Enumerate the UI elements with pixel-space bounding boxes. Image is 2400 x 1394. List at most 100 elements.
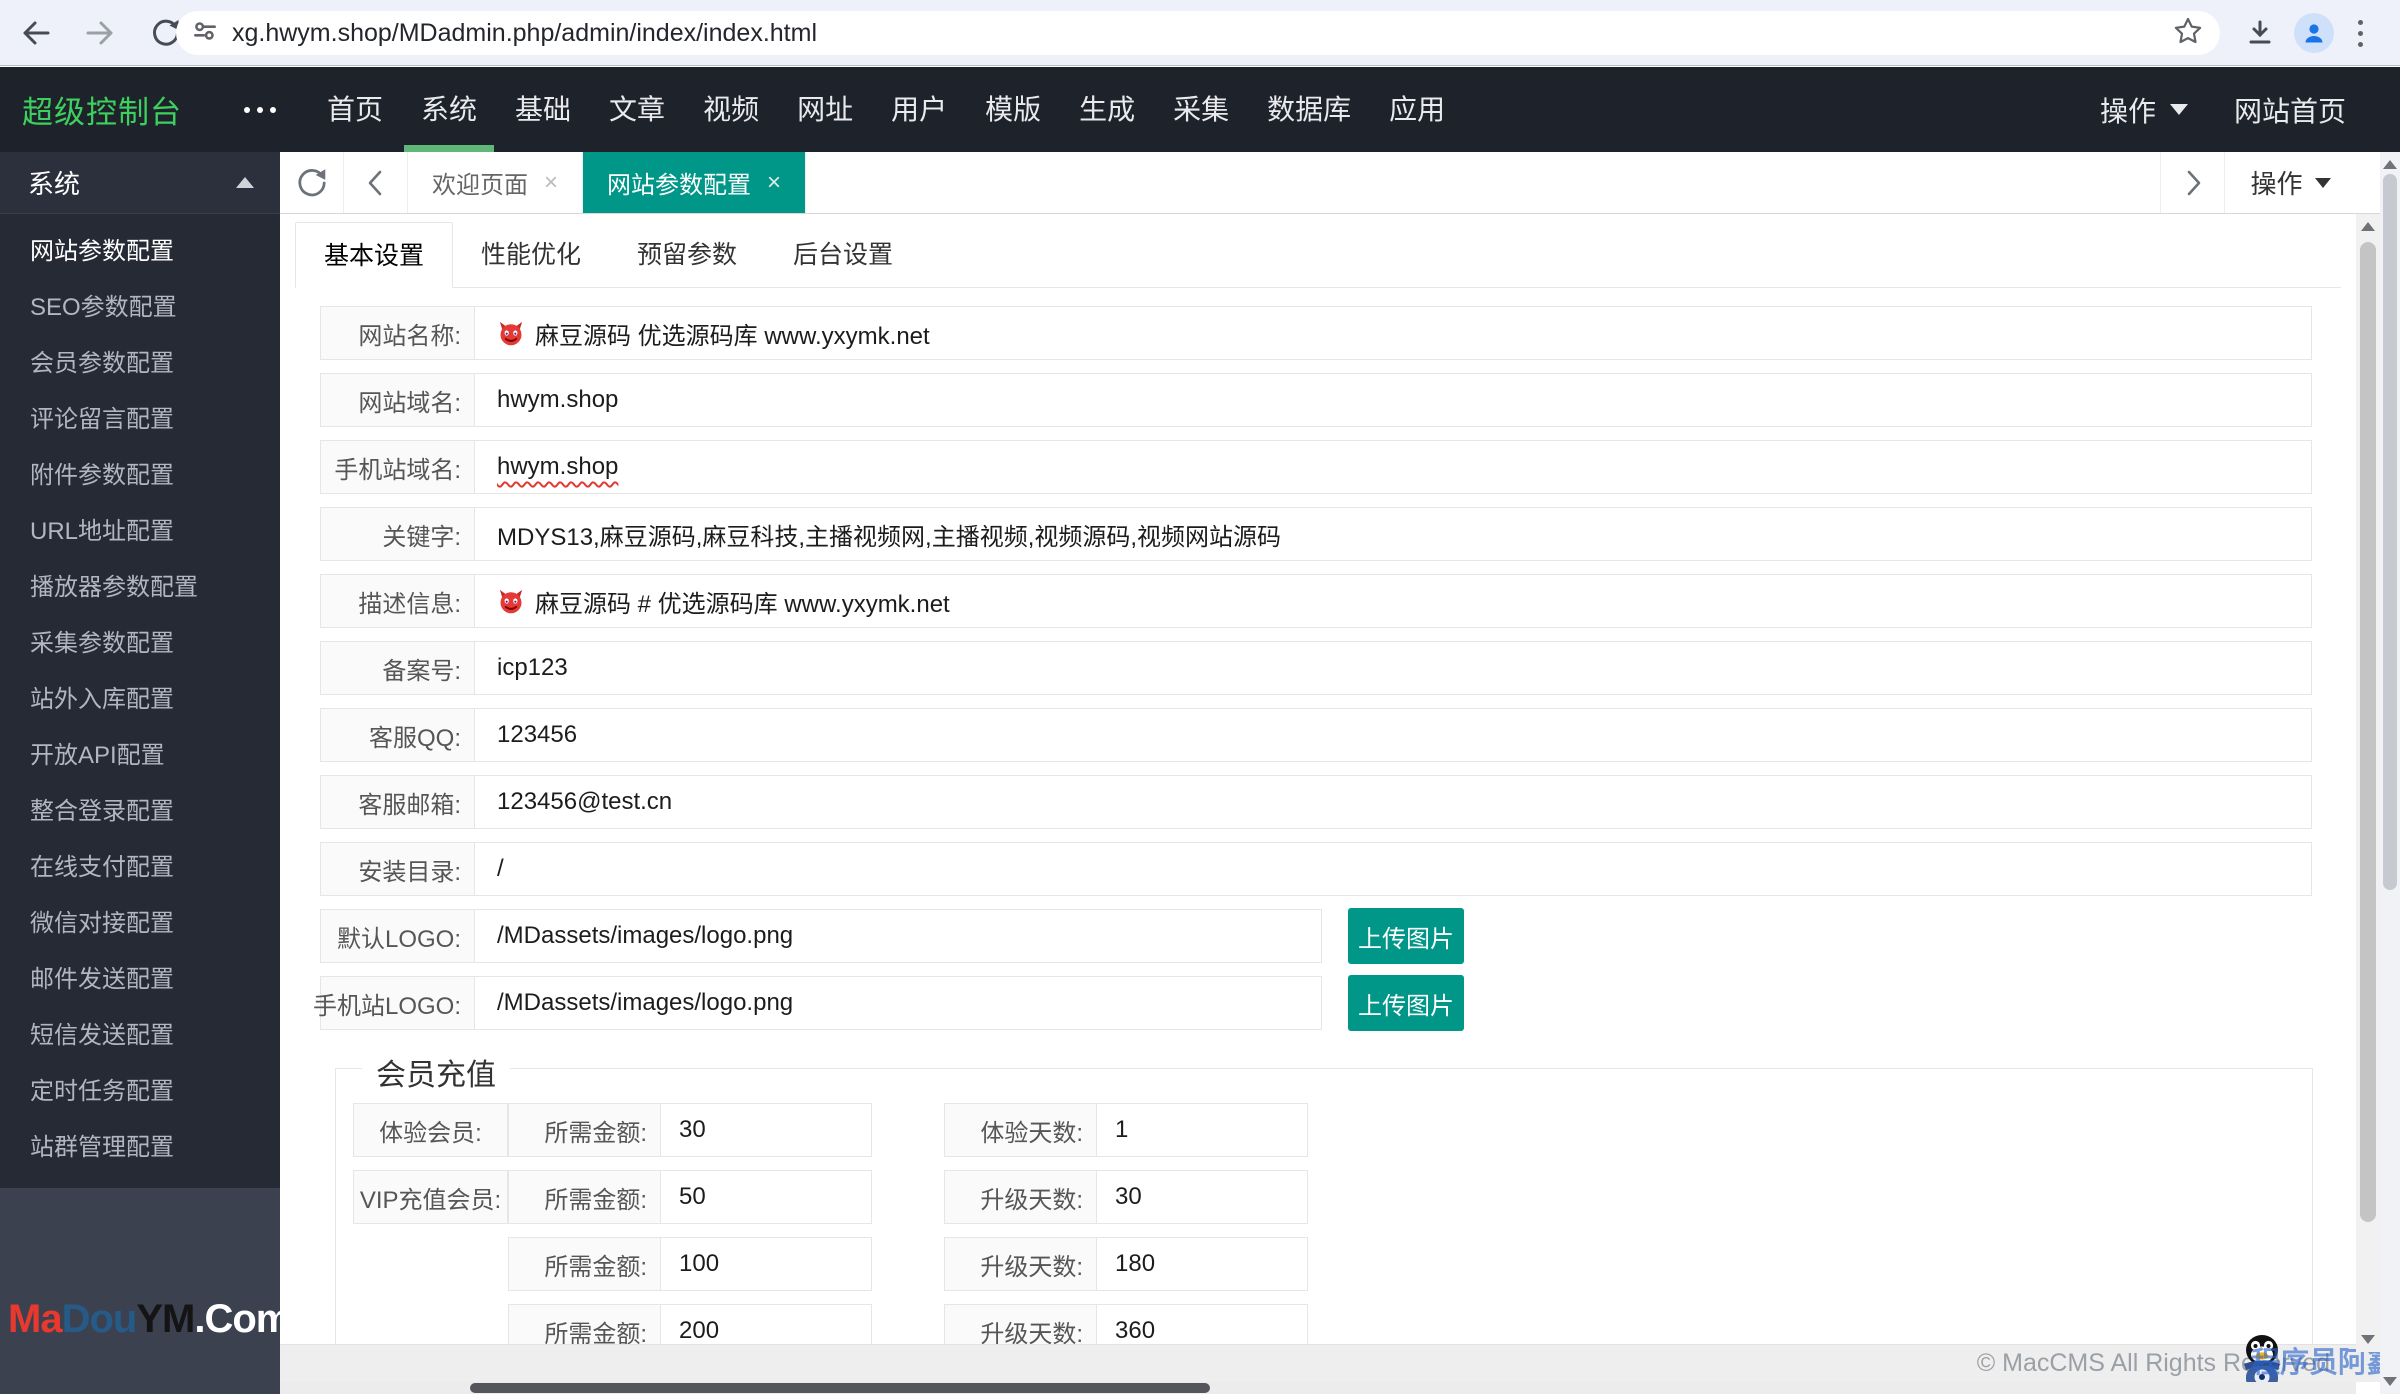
sidebar-item-comment-config[interactable]: 评论留言配置 bbox=[0, 392, 280, 448]
mobile-logo-input[interactable]: /MDassets/images/logo.png bbox=[475, 977, 1321, 1029]
footer: © MacCMS All Rights Reserved 程序员阿鑫 bbox=[280, 1335, 2400, 1390]
nav-item-database[interactable]: 数据库 bbox=[1265, 67, 1353, 152]
horizontal-scrollbar[interactable] bbox=[280, 1382, 2356, 1394]
sidebar-item-site-params[interactable]: 网站参数配置 bbox=[0, 224, 280, 280]
browser-back-icon[interactable] bbox=[14, 11, 58, 55]
close-icon[interactable]: × bbox=[767, 169, 781, 197]
default-logo-input[interactable]: /MDassets/images/logo.png bbox=[475, 910, 1321, 962]
inner-scrollbar-thumb[interactable] bbox=[2360, 242, 2376, 1222]
sidebar-item-external-storage[interactable]: 站外入库配置 bbox=[0, 672, 280, 728]
horizontal-scrollbar-thumb[interactable] bbox=[470, 1383, 1210, 1393]
description-input[interactable]: 麻豆源码 # 优选源码库 www.yxymk.net bbox=[475, 575, 2311, 627]
inner-vertical-scrollbar[interactable] bbox=[2356, 214, 2380, 1352]
icp-input[interactable]: icp123 bbox=[475, 642, 2311, 694]
tabs-next-icon[interactable] bbox=[2160, 152, 2224, 213]
site-name-input[interactable]: 麻豆源码 优选源码库 www.yxymk.net bbox=[475, 307, 2311, 359]
bookmark-star-icon[interactable] bbox=[2172, 15, 2204, 52]
amount-group: 所需金额: 30 bbox=[508, 1103, 872, 1157]
member-type-label: 体验会员: bbox=[353, 1103, 508, 1157]
scroll-up-icon[interactable] bbox=[2383, 160, 2397, 169]
amount-label: 所需金额: bbox=[509, 1171, 661, 1223]
tab-backend-settings[interactable]: 后台设置 bbox=[765, 222, 921, 287]
days-group: 升级天数: 180 bbox=[944, 1237, 1308, 1291]
nav-item-article[interactable]: 文章 bbox=[607, 67, 667, 152]
amount-input[interactable]: 200 bbox=[661, 1305, 871, 1345]
mobile-logo-value: /MDassets/images/logo.png bbox=[497, 989, 794, 1016]
nav-item-template[interactable]: 模版 bbox=[983, 67, 1043, 152]
scroll-up-icon[interactable] bbox=[2361, 222, 2375, 231]
days-label: 升级天数: bbox=[945, 1171, 1097, 1223]
tabs-refresh-icon[interactable] bbox=[280, 152, 344, 213]
days-input[interactable]: 360 bbox=[1097, 1305, 1307, 1345]
upload-image-button[interactable]: 上传图片 bbox=[1348, 908, 1464, 964]
site-settings-icon[interactable] bbox=[190, 16, 220, 51]
scroll-down-icon[interactable] bbox=[2383, 1377, 2397, 1386]
amount-input[interactable]: 50 bbox=[661, 1171, 871, 1223]
nav-item-generate[interactable]: 生成 bbox=[1077, 67, 1137, 152]
keywords-input[interactable]: MDYS13,麻豆源码,麻豆科技,主播视频网,主播视频,视频源码,视频网站源码 bbox=[475, 508, 2311, 560]
nav-item-system[interactable]: 系统 bbox=[419, 67, 479, 152]
nav-item-video[interactable]: 视频 bbox=[701, 67, 761, 152]
service-email-input[interactable]: 123456@test.cn bbox=[475, 776, 2311, 828]
nav-item-app[interactable]: 应用 bbox=[1387, 67, 1447, 152]
nav-item-basic[interactable]: 基础 bbox=[513, 67, 573, 152]
days-input[interactable]: 180 bbox=[1097, 1238, 1307, 1290]
url-text[interactable]: xg.hwym.shop/MDadmin.php/admin/index/ind… bbox=[232, 19, 2172, 48]
page-tab-welcome[interactable]: 欢迎页面 × bbox=[408, 152, 584, 213]
sidebar-item-integrated-login[interactable]: 整合登录配置 bbox=[0, 784, 280, 840]
nav-item-home[interactable]: 首页 bbox=[325, 67, 385, 152]
days-group: 升级天数: 30 bbox=[944, 1170, 1308, 1224]
upload-image-button[interactable]: 上传图片 bbox=[1348, 975, 1464, 1031]
amount-input[interactable]: 30 bbox=[661, 1104, 871, 1156]
nav-item-collect[interactable]: 采集 bbox=[1171, 67, 1231, 152]
outer-scrollbar-thumb[interactable] bbox=[2383, 174, 2397, 890]
close-icon[interactable]: × bbox=[544, 169, 558, 197]
address-bar[interactable]: xg.hwym.shop/MDadmin.php/admin/index/ind… bbox=[176, 11, 2220, 55]
nav-item-website[interactable]: 网址 bbox=[795, 67, 855, 152]
service-qq-value: 123456 bbox=[497, 721, 578, 748]
scroll-down-icon[interactable] bbox=[2361, 1335, 2375, 1344]
sidebar-item-url-config[interactable]: URL地址配置 bbox=[0, 504, 280, 560]
site-home-link[interactable]: 网站首页 bbox=[2234, 90, 2346, 130]
sidebar-item-cron-config[interactable]: 定时任务配置 bbox=[0, 1064, 280, 1120]
sidebar-item-sitegroup-config[interactable]: 站群管理配置 bbox=[0, 1120, 280, 1176]
tab-basic-settings[interactable]: 基本设置 bbox=[295, 222, 454, 288]
default-logo-value: /MDassets/images/logo.png bbox=[497, 922, 794, 949]
tab-reserved-params[interactable]: 预留参数 bbox=[609, 222, 765, 287]
days-input[interactable]: 1 bbox=[1097, 1104, 1307, 1156]
sidebar-item-online-payment[interactable]: 在线支付配置 bbox=[0, 840, 280, 896]
browser-menu-icon[interactable] bbox=[2338, 11, 2382, 55]
service-qq-input[interactable]: 123456 bbox=[475, 709, 2311, 761]
download-icon[interactable] bbox=[2238, 11, 2282, 55]
more-menu-icon[interactable] bbox=[244, 106, 276, 113]
sidebar-item-wechat-config[interactable]: 微信对接配置 bbox=[0, 896, 280, 952]
browser-profile-avatar[interactable] bbox=[2294, 13, 2334, 53]
form-row: 客服邮箱: 123456@test.cn bbox=[320, 775, 2312, 829]
sidebar-item-player-params[interactable]: 播放器参数配置 bbox=[0, 560, 280, 616]
nav-item-user[interactable]: 用户 bbox=[889, 67, 949, 152]
browser-forward-icon[interactable] bbox=[78, 11, 122, 55]
site-domain-input[interactable]: hwym.shop bbox=[475, 374, 2311, 426]
sidebar-item-sms-config[interactable]: 短信发送配置 bbox=[0, 1008, 280, 1064]
tab-performance[interactable]: 性能优化 bbox=[453, 222, 609, 287]
sidebar-item-collect-params[interactable]: 采集参数配置 bbox=[0, 616, 280, 672]
nav-action-dropdown[interactable]: 操作 bbox=[2100, 90, 2188, 130]
sidebar-item-open-api[interactable]: 开放API配置 bbox=[0, 728, 280, 784]
sidebar-item-member-params[interactable]: 会员参数配置 bbox=[0, 336, 280, 392]
outer-vertical-scrollbar[interactable] bbox=[2380, 152, 2400, 1394]
sidebar-item-seo-params[interactable]: SEO参数配置 bbox=[0, 280, 280, 336]
settings-tabs: 基本设置 性能优化 预留参数 后台设置 bbox=[295, 222, 2341, 288]
icp-value: icp123 bbox=[497, 654, 568, 681]
install-dir-input[interactable]: / bbox=[475, 843, 2311, 895]
sidebar: 系统 网站参数配置 SEO参数配置 会员参数配置 评论留言配置 附件参数配置 U… bbox=[0, 152, 291, 1394]
tabs-prev-icon[interactable] bbox=[344, 152, 408, 213]
amount-input[interactable]: 100 bbox=[661, 1238, 871, 1290]
tab-action-dropdown[interactable]: 操作 bbox=[2224, 152, 2356, 213]
days-input[interactable]: 30 bbox=[1097, 1171, 1307, 1223]
sidebar-item-email-config[interactable]: 邮件发送配置 bbox=[0, 952, 280, 1008]
page-tab-site-params[interactable]: 网站参数配置 × bbox=[583, 152, 807, 213]
mobile-domain-input[interactable]: hwym.shop bbox=[475, 441, 2311, 493]
sidebar-item-attachment-params[interactable]: 附件参数配置 bbox=[0, 448, 280, 504]
sidebar-group-system[interactable]: 系统 bbox=[0, 152, 280, 214]
page-tab-bar: 欢迎页面 × 网站参数配置 × 操作 bbox=[280, 152, 2400, 214]
